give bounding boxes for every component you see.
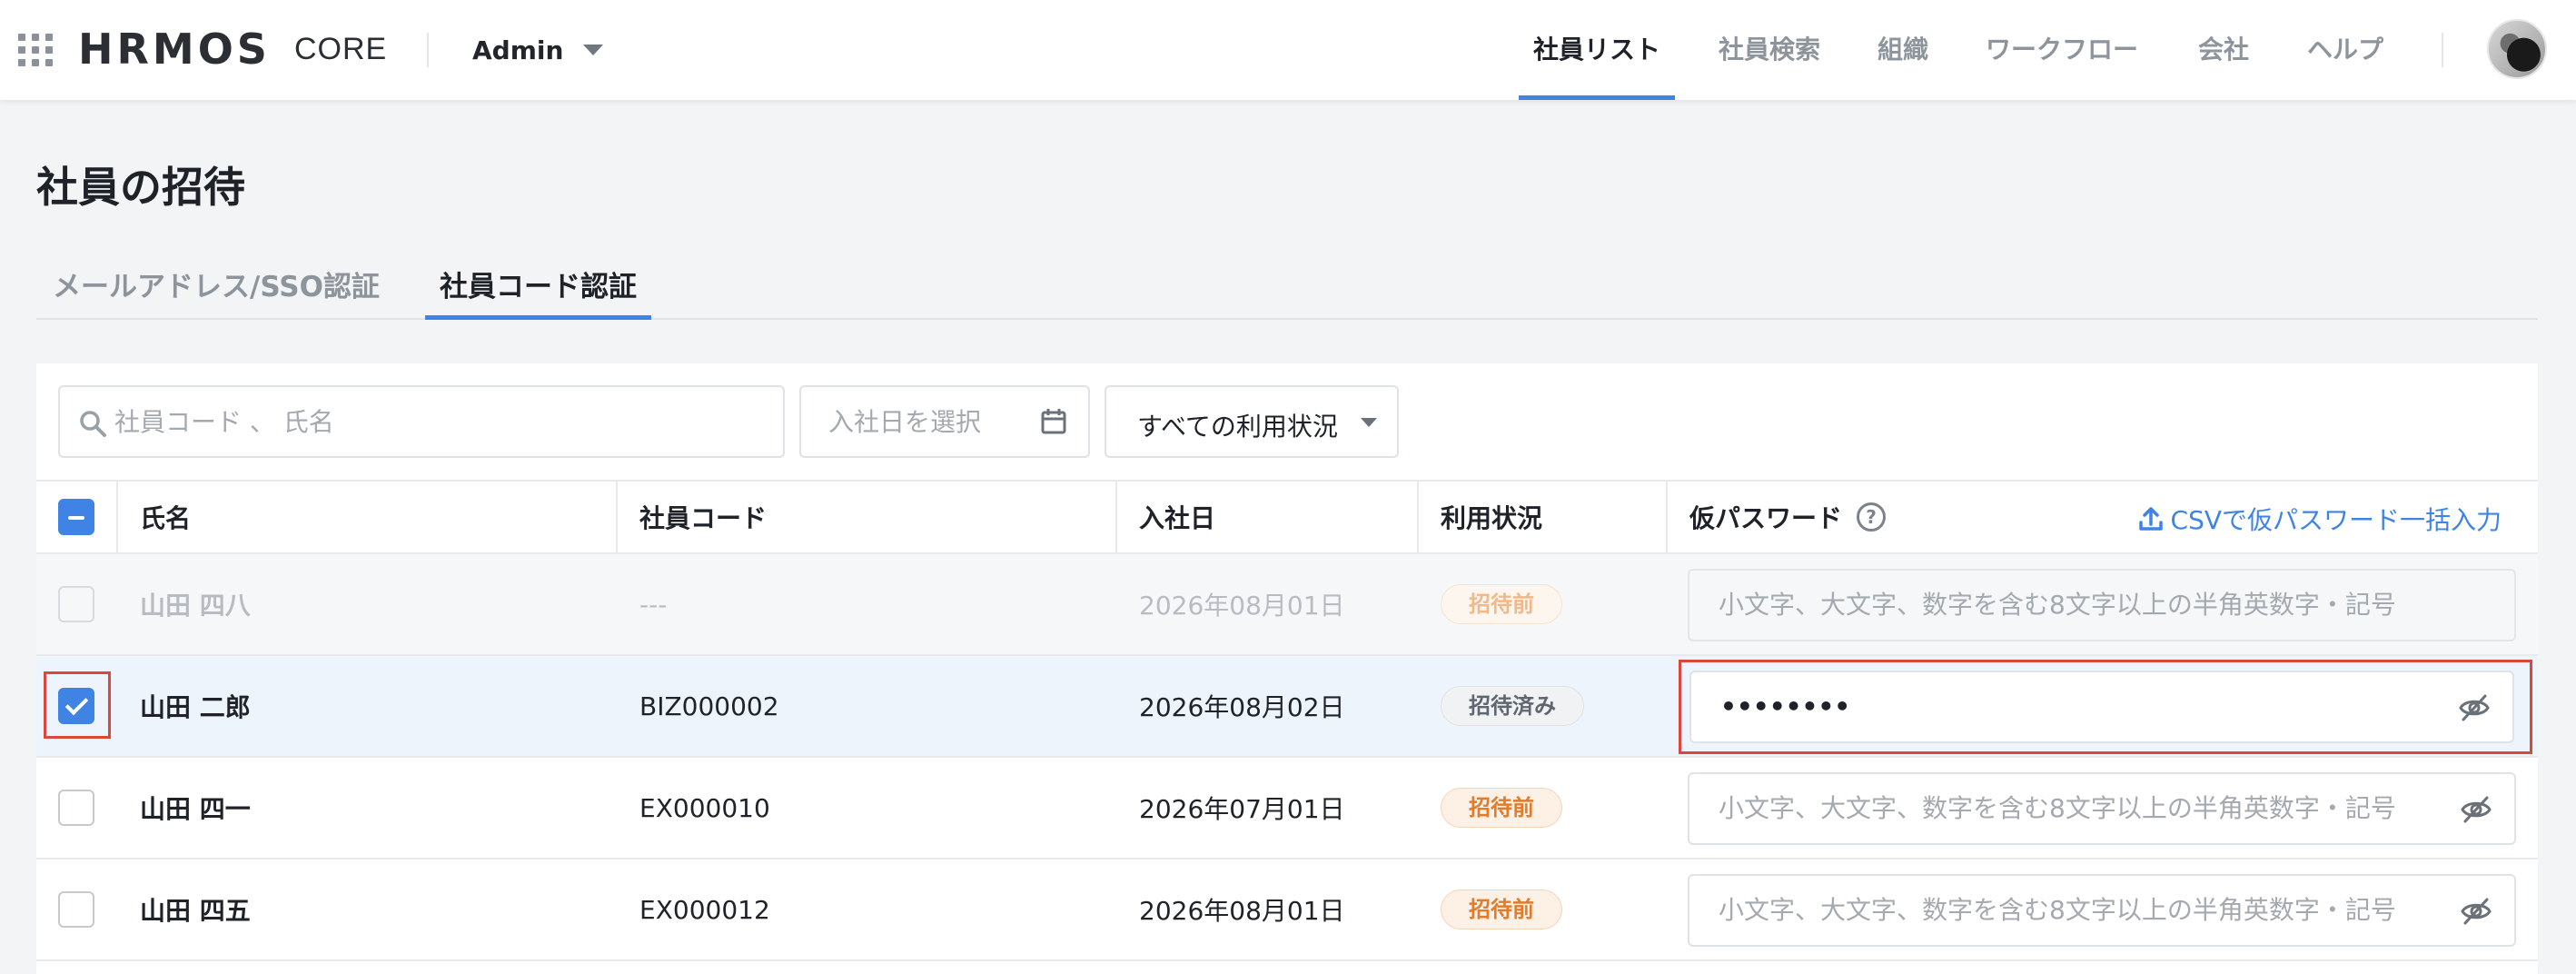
nav-divider	[2442, 33, 2443, 67]
table-row: 山田 四五 EX000012 2026年08月01日 招待前	[36, 860, 2538, 961]
chevron-down-icon	[1361, 418, 1377, 427]
employee-name: 山田 四一	[140, 794, 251, 824]
row-checkbox[interactable]	[58, 688, 94, 724]
nav-employee-search[interactable]: 社員検索	[1719, 0, 1820, 100]
status-cell: 招待前	[1441, 860, 1562, 959]
invite-card: すべての利用状況 氏名 社員コード 入社日 利用状況 仮パスワード ?	[36, 363, 2538, 974]
column-divider	[116, 482, 118, 556]
column-header-code[interactable]: 社員コード	[639, 482, 767, 552]
question-circle-icon[interactable]: ?	[1857, 502, 1887, 532]
header-divider	[427, 33, 429, 67]
chevron-down-icon	[583, 45, 604, 55]
temp-password-field	[1688, 772, 2516, 845]
column-divider	[1417, 482, 1419, 556]
nav-employee-list[interactable]: 社員リスト	[1518, 0, 1676, 100]
nav-help[interactable]: ヘルプ	[2307, 0, 2383, 100]
password-header-label: 仮パスワード	[1689, 503, 1843, 533]
employee-code: ---	[639, 589, 668, 620]
eye-slash-icon[interactable]	[2458, 691, 2491, 724]
csv-link-label: CSVで仮パスワード一括入力	[2170, 505, 2502, 535]
status-cell: 招待前	[1441, 554, 1562, 654]
column-header-status[interactable]: 利用状況	[1441, 482, 1542, 552]
hire-date: 2026年07月01日	[1139, 794, 1345, 824]
status-badge: 招待済み	[1441, 686, 1584, 726]
table-row: 山田 四一 EX000010 2026年07月01日 招待前	[36, 758, 2538, 860]
row-checkbox[interactable]	[58, 891, 94, 928]
status-cell: 招待済み	[1441, 656, 1584, 756]
temp-password-field	[1688, 874, 2516, 947]
hire-date: 2026年08月01日	[1139, 896, 1345, 926]
hire-date-input[interactable]	[828, 387, 1037, 456]
nav-workflow[interactable]: ワークフロー	[1986, 0, 2138, 100]
employee-name: 山田 四五	[140, 896, 251, 926]
status-filter-dropdown[interactable]: すべての利用状況	[1105, 385, 1399, 458]
temp-password-input[interactable]	[1720, 672, 2447, 740]
status-cell: 招待前	[1441, 758, 1562, 858]
row-checkbox-cell	[58, 554, 94, 654]
eye-slash-icon[interactable]	[2460, 793, 2492, 826]
temp-password-field	[1688, 569, 2516, 641]
column-divider	[1666, 482, 1668, 556]
employee-code: EX000012	[639, 894, 770, 925]
table-row: 山田 四八 --- 2026年08月01日 招待前	[36, 554, 2538, 656]
employee-code: BIZ000002	[639, 691, 779, 721]
column-divider	[1115, 482, 1117, 556]
temp-password-input	[1719, 571, 2500, 638]
select-all-checkbox[interactable]	[58, 499, 94, 535]
column-divider	[616, 482, 618, 556]
top-header: HRMOS CORE Admin 社員リスト 社員検索 組織 ワークフロー 会社…	[0, 0, 2576, 100]
calendar-icon[interactable]	[1039, 407, 1068, 436]
hire-date-picker	[799, 385, 1090, 458]
employee-code: EX000010	[639, 792, 770, 823]
tab-email-sso[interactable]: メールアドレス/SSO認証	[53, 263, 380, 320]
temp-password-input[interactable]	[1719, 774, 2445, 841]
nav-company[interactable]: 会社	[2198, 0, 2249, 100]
employee-name: 山田 四八	[140, 591, 251, 621]
table-row: 山田 二郎 BIZ000002 2026年08月02日 招待済み	[36, 656, 2538, 758]
hire-date: 2026年08月01日	[1139, 591, 1345, 621]
row-checkbox-cell	[58, 758, 94, 858]
role-label: Admin	[472, 35, 564, 65]
hire-date: 2026年08月02日	[1139, 692, 1345, 722]
avatar[interactable]	[2487, 19, 2547, 79]
status-filter-value: すべての利用状況	[1137, 412, 1338, 442]
grid-icon[interactable]	[18, 34, 54, 66]
employee-name: 山田 二郎	[140, 692, 251, 722]
column-header-name[interactable]: 氏名	[140, 482, 191, 552]
table-header-row: 氏名 社員コード 入社日 利用状況 仮パスワード ? CSVで仮パスワード一括入…	[36, 480, 2538, 556]
upload-icon	[2138, 507, 2163, 531]
status-badge: 招待前	[1441, 890, 1562, 929]
status-badge: 招待前	[1441, 584, 1562, 624]
status-badge: 招待前	[1441, 788, 1562, 828]
temp-password-field	[1689, 671, 2514, 743]
eye-slash-icon[interactable]	[2460, 895, 2492, 928]
page-title: 社員の招待	[36, 163, 245, 212]
csv-bulk-password-link[interactable]: CSVで仮パスワード一括入力	[2136, 482, 2502, 556]
role-dropdown[interactable]: Admin	[472, 27, 604, 73]
logo-text: HRMOS	[78, 25, 271, 74]
tabs-underline	[36, 318, 2538, 320]
column-header-hire-date[interactable]: 入社日	[1139, 482, 1215, 552]
row-checkbox-cell	[58, 656, 94, 756]
temp-password-input[interactable]	[1719, 876, 2445, 943]
row-checkbox[interactable]	[58, 790, 94, 826]
search-box	[58, 385, 785, 458]
search-icon	[80, 411, 106, 437]
header-checkbox-cell	[58, 482, 94, 552]
row-checkbox-cell	[58, 860, 94, 959]
app-logo[interactable]: HRMOS CORE	[78, 25, 387, 74]
column-header-password: 仮パスワード ?	[1689, 482, 1887, 552]
nav-organization[interactable]: 組織	[1878, 0, 1928, 100]
logo-subtext: CORE	[293, 31, 388, 66]
row-checkbox	[58, 586, 94, 622]
tab-employee-code[interactable]: 社員コード認証	[425, 263, 651, 320]
search-input[interactable]	[114, 387, 768, 456]
